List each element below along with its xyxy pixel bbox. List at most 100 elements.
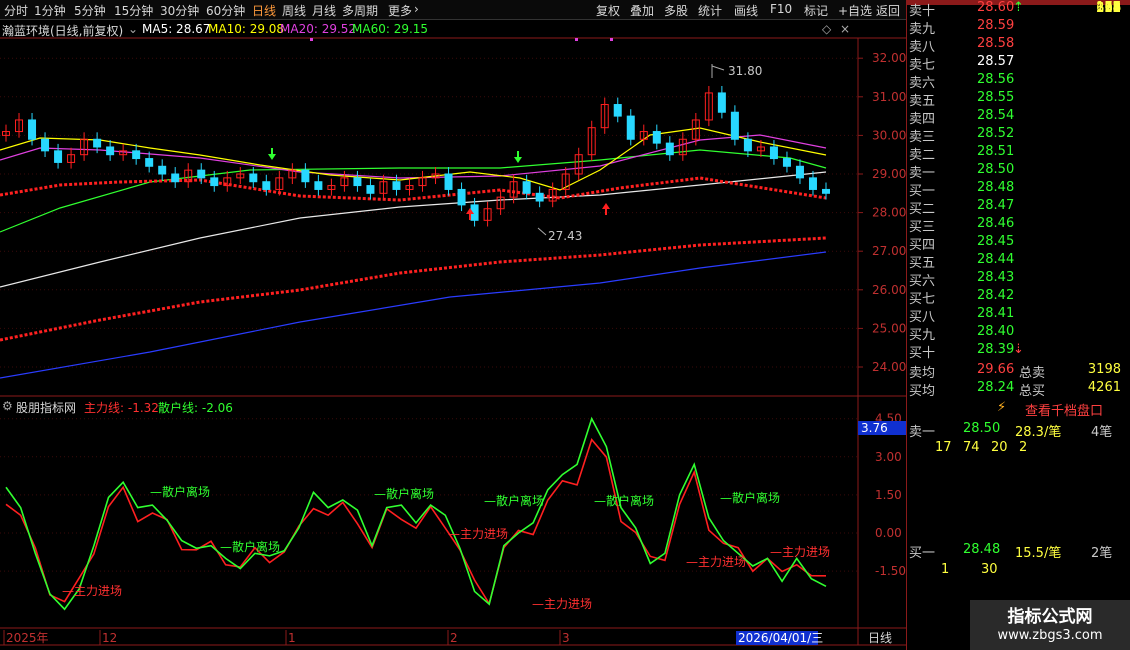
ask-price: 28.60 bbox=[977, 0, 1015, 15]
ask-label: 卖六 bbox=[909, 76, 936, 91]
ask-price: 28.59 bbox=[977, 18, 1015, 33]
bid-price: 28.41 bbox=[977, 306, 1015, 321]
bid-label: 买九 bbox=[909, 328, 936, 343]
ma-long-red-line bbox=[0, 236, 827, 342]
retail-line-legend: 散户线: -2.06 bbox=[158, 401, 233, 415]
low-pointer bbox=[537, 227, 547, 236]
bid-price: 28.45 bbox=[977, 234, 1015, 249]
buy1-detail-price: 28.48 bbox=[963, 542, 1001, 557]
sell-arrow-icon bbox=[514, 151, 522, 163]
ask-label: 卖五 bbox=[909, 94, 936, 109]
candle-body bbox=[93, 138, 102, 148]
chart-canvas[interactable]: 32.0031.0030.0029.0028.0027.0026.0025.00… bbox=[0, 0, 906, 650]
sell1-per-order: 28.3/笔 bbox=[1015, 425, 1062, 440]
sell1-queue-item: 2 bbox=[1019, 440, 1028, 455]
period-label: 日线 bbox=[868, 631, 892, 645]
sell1-detail-price: 28.50 bbox=[963, 421, 1001, 436]
candle-body bbox=[795, 165, 804, 179]
view-full-depth-button[interactable]: 查看千档盘口 bbox=[1025, 400, 1103, 419]
watermark-title: 指标公式网 bbox=[1007, 607, 1093, 627]
ma10-line bbox=[0, 127, 827, 191]
ask-price: 28.55 bbox=[977, 90, 1015, 105]
ma60-line bbox=[0, 149, 827, 233]
price-tick-label: 29.00 bbox=[872, 167, 906, 181]
bid-label: 买一 bbox=[909, 184, 936, 199]
candle-body bbox=[822, 188, 830, 194]
bid-label: 买八 bbox=[909, 310, 936, 325]
bid-price: 28.48 bbox=[977, 180, 1015, 195]
candle-body bbox=[249, 173, 258, 183]
order-book: 卖十 28.60 ⇡ 12 卖九 28.59 34 卖八 28.58 72 卖七 28.57 126 卖六… bbox=[906, 0, 1130, 650]
total-buy-value: 4261 bbox=[1087, 380, 1121, 395]
cursor-value-label: 3.76 bbox=[861, 421, 888, 435]
ask-price: 28.56 bbox=[977, 72, 1015, 87]
indicator-signal-label: —主力进场 bbox=[686, 555, 746, 569]
avg-sell-label: 卖均 bbox=[909, 366, 936, 381]
ask-label: 卖二 bbox=[909, 148, 936, 163]
candle-body bbox=[743, 138, 752, 152]
ask-label: 卖十 bbox=[909, 4, 936, 19]
candle-body bbox=[522, 181, 531, 194]
buy-arrow-icon bbox=[602, 203, 610, 215]
sell1-queue-item: 20 bbox=[991, 440, 1008, 455]
ask-price: 28.51 bbox=[977, 144, 1015, 159]
candle-body bbox=[132, 150, 141, 160]
total-sell-value: 3198 bbox=[1087, 362, 1121, 377]
candle-body bbox=[262, 181, 271, 190]
candle-body bbox=[54, 150, 63, 163]
settings-icon[interactable]: ⚙ bbox=[2, 399, 13, 413]
sub-tick-label: 0.00 bbox=[875, 526, 902, 540]
candle-body bbox=[41, 138, 50, 152]
bid-label: 买十 bbox=[909, 346, 936, 361]
sub-tick-label: 3.00 bbox=[875, 450, 902, 464]
price-tick-label: 27.00 bbox=[872, 244, 906, 258]
date-tick-label: 1 bbox=[288, 631, 296, 645]
ask-label: 卖八 bbox=[909, 40, 936, 55]
total-sell-label: 总卖 bbox=[1019, 366, 1046, 381]
avg-buy-label: 买均 bbox=[909, 384, 936, 399]
ask-price: 28.57 bbox=[977, 54, 1015, 69]
candle-body bbox=[769, 146, 778, 160]
bid-price: 28.46 bbox=[977, 216, 1015, 231]
ma20-line bbox=[0, 134, 827, 179]
indicator-signal-label: —散户离场 bbox=[220, 539, 280, 554]
sell1-order-count: 4笔 bbox=[1091, 425, 1113, 440]
candle-body bbox=[444, 173, 453, 190]
price-tick-label: 31.00 bbox=[872, 90, 906, 104]
candle-body bbox=[717, 92, 726, 113]
bid-price: 28.44 bbox=[977, 252, 1015, 267]
up-arrow-icon: ⇡ bbox=[1013, 0, 1024, 15]
sub-tick-label: 1.50 bbox=[875, 488, 902, 502]
candle-body bbox=[106, 146, 115, 156]
bid-price: 28.43 bbox=[977, 270, 1015, 285]
indicator-signal-label: —散户离场 bbox=[594, 493, 654, 508]
buy1-queue-item: 1 bbox=[941, 562, 950, 577]
buy1-detail-label: 买一 bbox=[909, 546, 936, 561]
indicator-signal-label: —主力进场 bbox=[62, 584, 122, 598]
date-tick-label: 3 bbox=[562, 631, 570, 645]
candle-body bbox=[665, 142, 674, 156]
indicator-signal-label: —散户离场 bbox=[374, 486, 434, 501]
bid-volume: 28 bbox=[1104, 1, 1121, 16]
candle-body bbox=[392, 181, 401, 190]
bid-label: 买六 bbox=[909, 274, 936, 289]
main-force-line-legend: 主力线: -1.32 bbox=[84, 401, 159, 415]
buy1-queue-item: 30 bbox=[981, 562, 998, 577]
candle-body bbox=[314, 181, 323, 190]
price-tick-label: 30.00 bbox=[872, 128, 906, 142]
stock-chart-app: 分时 1分钟 5分钟 15分钟 30分钟 60分钟 日线 周线 月线 多周期 更… bbox=[0, 0, 1130, 650]
ask-label: 卖四 bbox=[909, 112, 936, 127]
signal-dot bbox=[575, 38, 578, 41]
price-tick-label: 26.00 bbox=[872, 283, 906, 297]
buy1-per-order: 15.5/笔 bbox=[1015, 546, 1062, 561]
ask-label: 卖三 bbox=[909, 130, 936, 145]
candle-body bbox=[145, 158, 154, 167]
candle-body bbox=[366, 185, 375, 194]
candle-body bbox=[301, 169, 310, 183]
ask-price: 28.50 bbox=[977, 162, 1015, 177]
indicator-signal-label: —主力进场 bbox=[770, 545, 830, 559]
buy1-order-count: 2笔 bbox=[1091, 546, 1113, 561]
candle-body bbox=[28, 119, 37, 140]
candle-body bbox=[535, 192, 544, 202]
candle-body bbox=[353, 177, 362, 187]
